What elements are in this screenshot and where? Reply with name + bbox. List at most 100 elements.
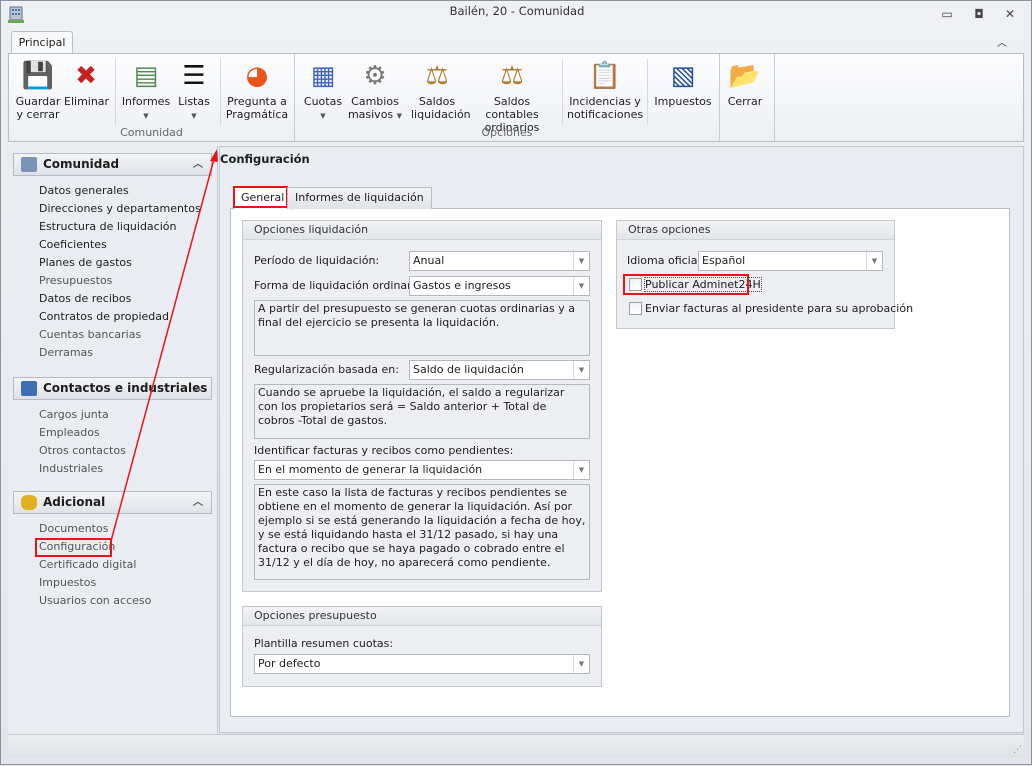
sidebar-item[interactable]: Direcciones y departamentos [39, 202, 201, 215]
select-value: Gastos e ingresos [413, 279, 511, 292]
chevron-down-icon[interactable]: ▼ [573, 461, 589, 479]
forma-description: A partir del presupuesto se generan cuot… [254, 300, 590, 356]
select-value: Por defecto [258, 657, 321, 670]
highlight-box [35, 538, 112, 557]
tax-icon: ▧ [670, 60, 696, 91]
ribbon-button-saldos[interactable]: ⚖ Saldos liquidación [411, 57, 471, 131]
button-label: Cuotas [303, 95, 343, 108]
sidebar-item[interactable]: Estructura de liquidación [39, 220, 176, 233]
button-label: Saldos [418, 95, 456, 108]
group-separator [719, 54, 720, 141]
sidebar-section-contactos[interactable]: Contactos e industriales ︿ [13, 377, 212, 400]
button-label: ▼ [173, 108, 215, 123]
button-label: Pregunta a [227, 95, 287, 108]
sidebar-item[interactable]: Presupuestos [39, 274, 112, 287]
identificar-description: En este caso la lista de facturas y reci… [254, 484, 590, 580]
resize-grip-icon[interactable]: ⋰ [1013, 745, 1022, 755]
periodo-label: Período de liquidación: [254, 254, 380, 267]
forma-select[interactable]: Gastos e ingresos ▼ [409, 276, 590, 296]
button-label: notificaciones [567, 108, 644, 121]
tab-informes-liquidacion[interactable]: Informes de liquidación [287, 187, 432, 209]
folder-exit-icon: 📂 [728, 60, 762, 91]
list-icon: ☰ [182, 60, 206, 91]
chevron-up-icon[interactable]: ︿ [193, 378, 203, 399]
group-label-comunidad: Comunidad [120, 126, 183, 139]
app-window: Bailén, 20 - Comunidad ▭ ◘ ✕ ︿ Principal… [0, 0, 1032, 765]
sidebar-item[interactable]: Contratos de propiedad [39, 310, 169, 323]
sidebar-section-adicional[interactable]: Adicional ︿ [13, 491, 212, 514]
plantilla-select[interactable]: Por defecto ▼ [254, 654, 590, 674]
regularizacion-select[interactable]: Saldo de liquidación ▼ [409, 360, 590, 380]
collapse-ribbon-icon[interactable]: ︿ [997, 34, 1007, 49]
chevron-down-icon[interactable]: ▼ [573, 361, 589, 379]
chevron-down-icon[interactable]: ▼ [573, 655, 589, 673]
sidebar-item[interactable]: Derramas [39, 346, 93, 359]
sidebar-item[interactable]: Datos de recibos [39, 292, 131, 305]
section-title: Contactos e industriales [43, 381, 208, 395]
select-value: En el momento de generar la liquidación [258, 463, 483, 476]
forma-label: Forma de liquidación ordinaria: [254, 279, 426, 292]
idioma-select[interactable]: Español ▼ [698, 251, 883, 271]
sidebar-item[interactable]: Certificado digital [39, 558, 136, 571]
sidebar-item[interactable]: Usuarios con acceso [39, 594, 151, 607]
database-icon [21, 495, 37, 510]
sidebar-item[interactable]: Industriales [39, 462, 103, 475]
sidebar-item[interactable]: Documentos [39, 522, 108, 535]
sidebar-item[interactable]: Coeficientes [39, 238, 107, 251]
group-title: Otras opciones [617, 221, 894, 240]
ribbon-button-eliminar[interactable]: ✖ Eliminar [64, 57, 110, 131]
regularizacion-description: Cuando se apruebe la liquidación, el sal… [254, 384, 590, 439]
group-label-opciones: Opciones [481, 126, 533, 139]
minimize-icon[interactable]: ▭ [937, 7, 957, 23]
ribbon-button-cambios[interactable]: ⚙ Cambios masivos ▼ [347, 57, 403, 131]
sidebar-item[interactable]: Impuestos [39, 576, 96, 589]
chevron-up-icon[interactable]: ︿ [193, 492, 203, 513]
sidebar-section-comunidad[interactable]: Comunidad ︿ [13, 153, 212, 176]
button-label: Informes [121, 95, 171, 108]
sidebar-item[interactable]: Cargos junta [39, 408, 109, 421]
ribbon-button-pregunta-a[interactable]: ◕ Pregunta a Pragmática [225, 57, 289, 131]
highlight-box [233, 186, 288, 208]
sidebar-item[interactable]: Otros contactos [39, 444, 126, 457]
identificar-select[interactable]: En el momento de generar la liquidación ▼ [254, 460, 590, 480]
chevron-down-icon[interactable]: ▼ [573, 277, 589, 295]
ribbon-tab-principal[interactable]: Principal [11, 31, 73, 54]
enviar-checkbox[interactable] [629, 302, 642, 315]
sidebar-item[interactable]: Cuentas bancarias [39, 328, 141, 341]
sidebar-item[interactable]: Datos generales [39, 184, 129, 197]
ribbon-button-impuestos[interactable]: ▧ Impuestos [653, 57, 713, 131]
close-icon[interactable]: ✕ [1000, 7, 1020, 23]
tab-label: Informes de liquidación [295, 191, 424, 204]
group-title: Opciones presupuesto [243, 607, 601, 626]
ribbon-button-informes[interactable]: ▤ Informes ▼ [120, 57, 172, 131]
section-title: Adicional [43, 495, 106, 509]
periodo-select[interactable]: Anual ▼ [409, 251, 590, 271]
save-icon: 💾 [21, 60, 55, 91]
enviar-label[interactable]: Enviar facturas al presidente para su ap… [645, 302, 913, 315]
ribbon-button-incidencias-y[interactable]: 📋 Incidencias y notificaciones [567, 57, 643, 131]
ribbon-button-saldos-contables[interactable]: ⚖ Saldos contables ordinarios [467, 57, 557, 135]
scales-icon: ⚖ [425, 60, 449, 91]
chevron-up-icon[interactable]: ︿ [193, 154, 203, 175]
sidebar-item[interactable]: Empleados [39, 426, 100, 439]
sidebar-item[interactable]: Planes de gastos [39, 256, 132, 269]
section-title: Comunidad [43, 157, 120, 171]
ribbon-button-listas[interactable]: ☰ Listas ▼ [173, 57, 215, 131]
chevron-down-icon[interactable]: ▼ [573, 252, 589, 270]
restore-icon[interactable]: ◘ [969, 7, 989, 23]
button-label: Cerrar [727, 95, 763, 108]
sidebar [8, 146, 218, 734]
chevron-down-icon[interactable]: ▼ [866, 252, 882, 270]
dropdown-arrow-icon: ▼ [396, 112, 403, 120]
ribbon-button-guardar[interactable]: 💾 Guardar y cerrar [14, 57, 62, 131]
ribbon-button-cerrar[interactable]: 📂 Cerrar [723, 57, 767, 131]
ribbon-button-cuotas[interactable]: ▦ Cuotas ▼ [301, 57, 345, 131]
select-value: Saldo de liquidación [413, 363, 524, 376]
dropdown-arrow-icon: ▼ [143, 112, 149, 120]
contacts-icon [21, 381, 37, 396]
button-label: ▼ [301, 108, 345, 123]
dropdown-arrow-icon: ▼ [320, 112, 326, 120]
select-value: Anual [413, 254, 445, 267]
separator [647, 59, 648, 125]
button-label: Eliminar [64, 95, 110, 108]
